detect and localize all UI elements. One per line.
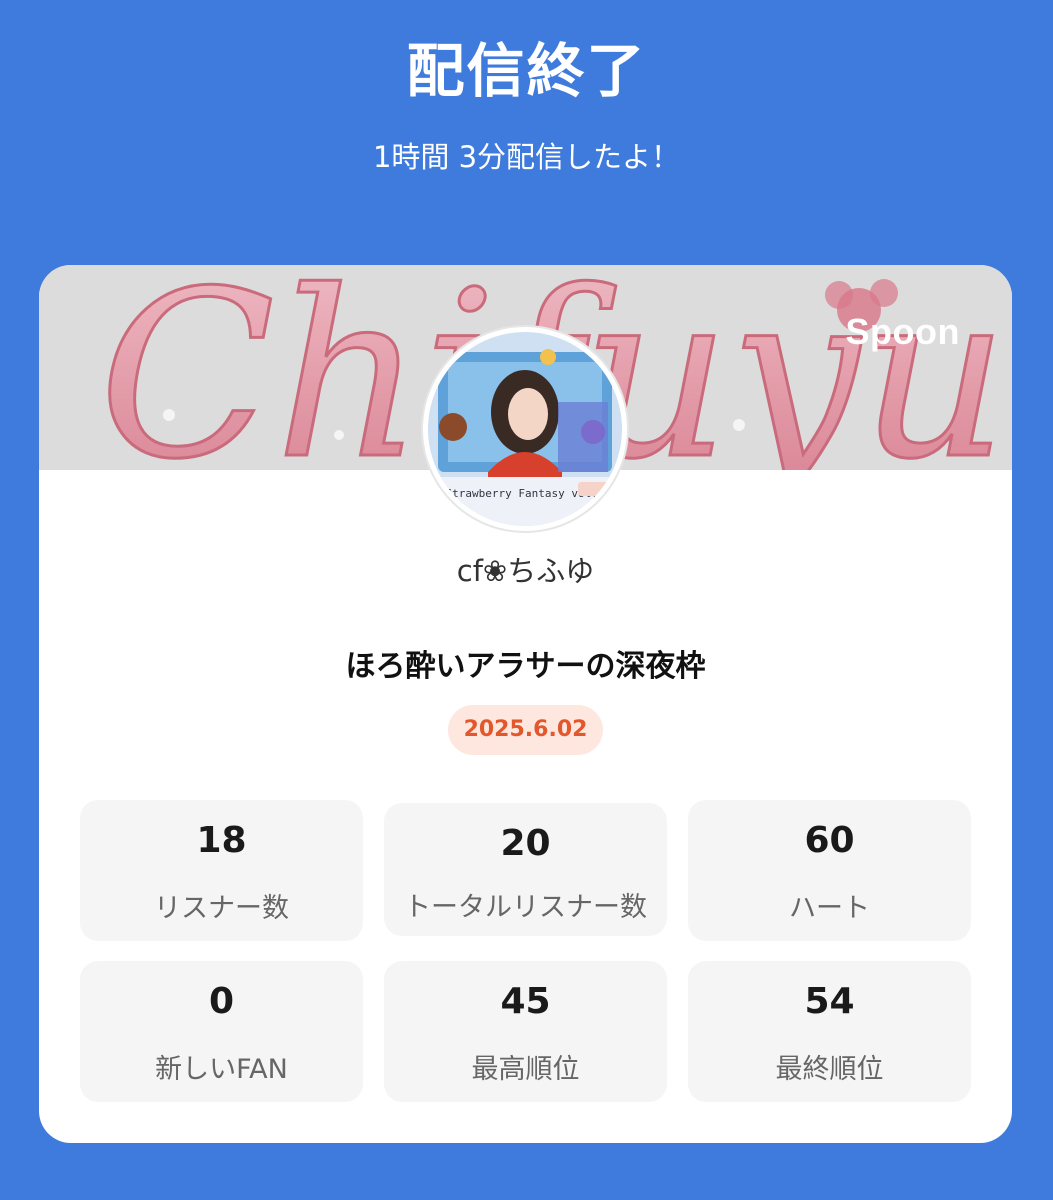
stat-value: 18 — [196, 820, 247, 861]
stat-label: 最高順位 — [471, 1054, 580, 1085]
stat-label: 最終順位 — [775, 1054, 884, 1085]
summary-card: Chifuyu Spoon Strawberry F — [39, 265, 1012, 1143]
stat-label: ハート — [789, 893, 870, 924]
stat-label: 新しいFAN — [155, 1054, 288, 1085]
avatar[interactable]: Strawberry Fantasy vol.4 — [423, 327, 627, 531]
stat-value: 0 — [208, 981, 235, 1022]
stat-value: 45 — [500, 981, 551, 1022]
date-badge: 2025.6.02 — [448, 705, 603, 755]
broadcast-duration: 1時間 3分配信したよ！ — [372, 140, 681, 174]
broadcast-end-screen: 配信終了 1時間 3分配信したよ！ Chifuyu Spoon — [0, 0, 1053, 1200]
stat-label: トータルリスナー数 — [404, 892, 647, 923]
stat-hearts: 60 ハート — [688, 800, 971, 941]
stat-value: 60 — [804, 820, 855, 861]
streamer-name: cf❀ちふゆ — [456, 554, 595, 588]
stat-highest-rank: 45 最高順位 — [384, 961, 667, 1102]
show-title: ほろ酔いアラサーの深夜枠 — [345, 649, 706, 684]
stat-value: 20 — [500, 823, 551, 864]
stat-new-fans: 0 新しいFAN — [80, 961, 363, 1102]
page-title: 配信終了 — [406, 37, 647, 105]
stat-total-listeners: 20 トータルリスナー数 — [384, 803, 667, 936]
spoon-logo: Spoon — [845, 311, 960, 352]
stat-label: リスナー数 — [154, 893, 289, 924]
stat-listeners: 18 リスナー数 — [80, 800, 363, 941]
stat-final-rank: 54 最終順位 — [688, 961, 971, 1102]
stat-value: 54 — [804, 981, 855, 1022]
profile-illustration-icon: Strawberry Fantasy vol.4 — [428, 332, 622, 526]
